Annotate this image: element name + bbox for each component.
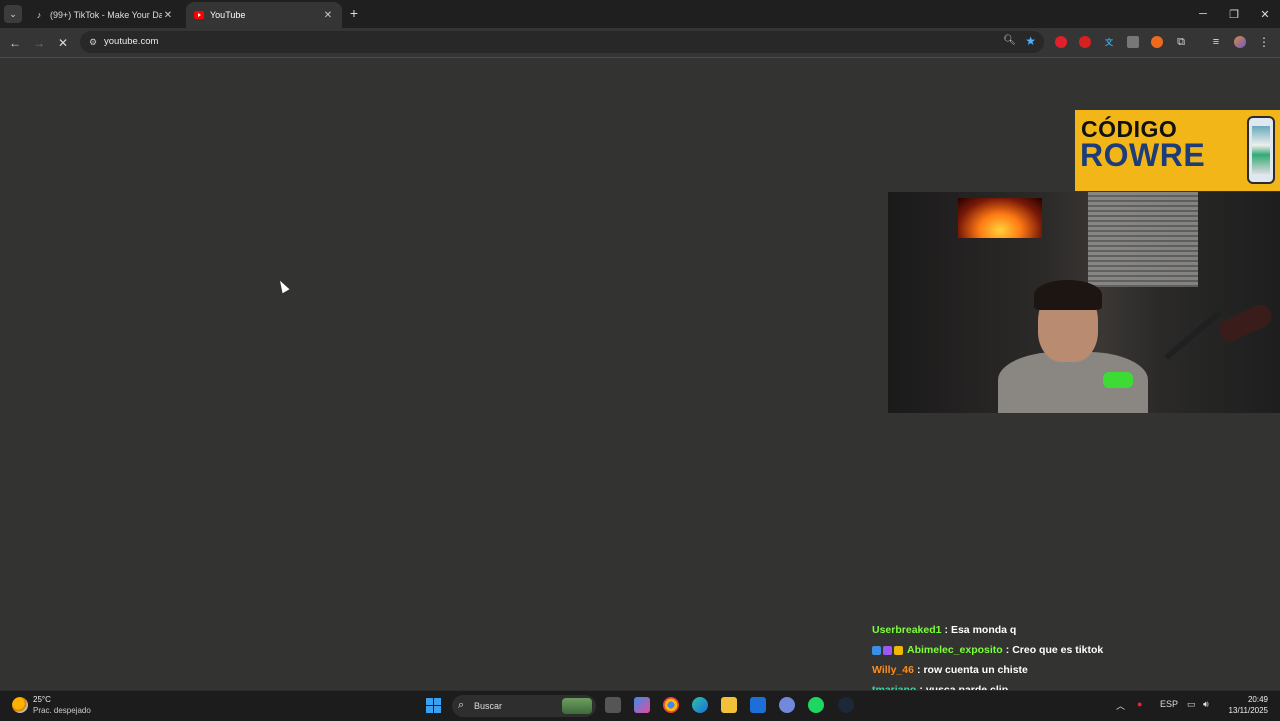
arrow-left-icon: ← — [9, 36, 21, 50]
discord-icon[interactable] — [779, 697, 795, 713]
address-bar[interactable]: ⚙ youtube.com 🔍︎ ★ — [80, 31, 1044, 53]
extension-box-icon[interactable] — [1127, 36, 1139, 48]
window-blinds — [1088, 192, 1198, 287]
webcam-feed — [888, 192, 1280, 413]
extension-fox-icon[interactable] — [1151, 36, 1163, 48]
menu-kebab-icon[interactable]: ⋮ — [1258, 35, 1270, 49]
chat-username: Willy_46 — [872, 664, 914, 676]
forward-button[interactable]: → — [30, 34, 48, 52]
tab-title: (99+) TikTok - Make Your Day — [50, 10, 162, 20]
chat-text: row cuenta un chiste — [923, 664, 1028, 676]
chat-message: Willy_46: row cuenta un chiste — [872, 660, 1272, 680]
phone-illustration — [1247, 116, 1275, 184]
search-icon: ⌕ — [458, 699, 465, 711]
chat-username: Userbreaked1 — [872, 624, 942, 636]
new-tab-button[interactable]: + — [346, 5, 362, 21]
maximize-button[interactable]: ❐ — [1219, 0, 1249, 28]
chat-text: Creo que es tiktok — [1012, 644, 1104, 656]
promo-banner: CÓDIGO ROWRE — [1075, 110, 1280, 191]
streamer-hair — [1034, 280, 1102, 310]
chat-badge-icon — [883, 645, 892, 655]
mic-arm — [1164, 310, 1222, 360]
chat-username: Abimelec_exposito — [907, 644, 1003, 656]
extensions-puzzle-icon[interactable]: ⧉ — [1175, 36, 1187, 48]
media-controls-icon[interactable]: ≡ — [1210, 36, 1222, 48]
clock-date[interactable]: 13/11/2025 — [1222, 706, 1268, 715]
start-button[interactable] — [426, 698, 441, 713]
task-view-icon[interactable] — [605, 697, 621, 713]
tab-tiktok[interactable]: ♪ (99+) TikTok - Make Your Day ✕ — [26, 2, 182, 28]
microphone — [1215, 301, 1276, 345]
taskbar: 25°C Prac. despejado ⌕ Buscar ︿ ● ESP ▭ … — [0, 690, 1280, 721]
chat-separator: : — [944, 624, 948, 636]
stop-loading-button[interactable]: ✕ — [54, 34, 72, 52]
tab-youtube[interactable]: YouTube ✕ — [186, 2, 342, 28]
tab-close-icon[interactable]: ✕ — [162, 10, 174, 21]
chrome-icon[interactable] — [663, 697, 679, 713]
zoom-icon[interactable]: 🔍︎ — [1003, 35, 1016, 46]
url-text[interactable]: youtube.com — [104, 36, 158, 47]
network-icon[interactable]: ▭ — [1187, 699, 1196, 710]
steam-icon[interactable] — [838, 697, 854, 713]
tiktok-icon: ♪ — [36, 10, 42, 20]
chat-badge-icon — [872, 645, 881, 655]
chat-message: Userbreaked1: Esa monda q — [872, 620, 1272, 640]
profile-avatar[interactable] — [1234, 36, 1246, 48]
tray-app-icon[interactable]: ● — [1137, 699, 1142, 709]
tab-title: YouTube — [210, 10, 246, 20]
back-button[interactable]: ← — [6, 34, 24, 52]
language-indicator[interactable]: ESP — [1160, 699, 1178, 709]
tab-strip: ⌄ ♪ (99+) TikTok - Make Your Day ✕ YouTu… — [0, 0, 1280, 28]
weather-temperature[interactable]: 25°C — [33, 695, 51, 704]
site-info-icon[interactable]: ⚙ — [86, 35, 100, 49]
promo-line2: ROWRE — [1080, 137, 1206, 173]
close-window-button[interactable]: ✕ — [1250, 0, 1280, 28]
youtube-icon — [194, 10, 204, 20]
extension-translate-icon[interactable]: 文 — [1103, 36, 1115, 48]
arrow-right-icon: → — [33, 36, 45, 50]
close-icon: ✕ — [57, 36, 69, 50]
chat-badge-icon — [894, 645, 903, 655]
chat-separator: : — [916, 664, 921, 676]
minimize-button[interactable]: ─ — [1188, 0, 1218, 28]
file-explorer-icon[interactable] — [721, 697, 737, 713]
taskbar-search[interactable]: ⌕ Buscar — [452, 695, 596, 717]
extension-record-icon[interactable] — [1079, 36, 1091, 48]
chat-badges — [872, 645, 903, 655]
fireplace-image — [958, 198, 1042, 238]
green-object — [1103, 372, 1133, 388]
outlook-icon[interactable] — [750, 697, 766, 713]
browser-toolbar: ← → ✕ ⚙ youtube.com 🔍︎ ★ 文 ⧉ ≡ ⋮ — [0, 28, 1280, 58]
bookmark-star-icon[interactable]: ★ — [1025, 34, 1036, 48]
chat-message: Abimelec_exposito: Creo que es tiktok — [872, 640, 1272, 660]
edge-icon[interactable] — [692, 697, 708, 713]
tab-close-icon[interactable]: ✕ — [322, 10, 334, 21]
weather-condition[interactable]: Prac. despejado — [33, 706, 91, 715]
copilot-icon[interactable] — [634, 697, 650, 713]
clock-time[interactable]: 20:49 — [1240, 695, 1268, 704]
spotify-icon[interactable] — [808, 697, 824, 713]
volume-icon[interactable]: 🔊︎ — [1203, 699, 1209, 710]
chevron-down-icon: ⌄ — [9, 8, 17, 19]
search-highlight-image — [562, 698, 592, 714]
chat-text: Esa monda q — [950, 624, 1017, 636]
extension-red-icon[interactable] — [1055, 36, 1067, 48]
tray-chevron-up-icon[interactable]: ︿ — [1116, 699, 1125, 712]
chat-separator: : — [1005, 644, 1010, 656]
search-label: Buscar — [474, 701, 503, 711]
weather-icon[interactable] — [12, 697, 28, 713]
tab-search-button[interactable]: ⌄ — [4, 5, 22, 23]
